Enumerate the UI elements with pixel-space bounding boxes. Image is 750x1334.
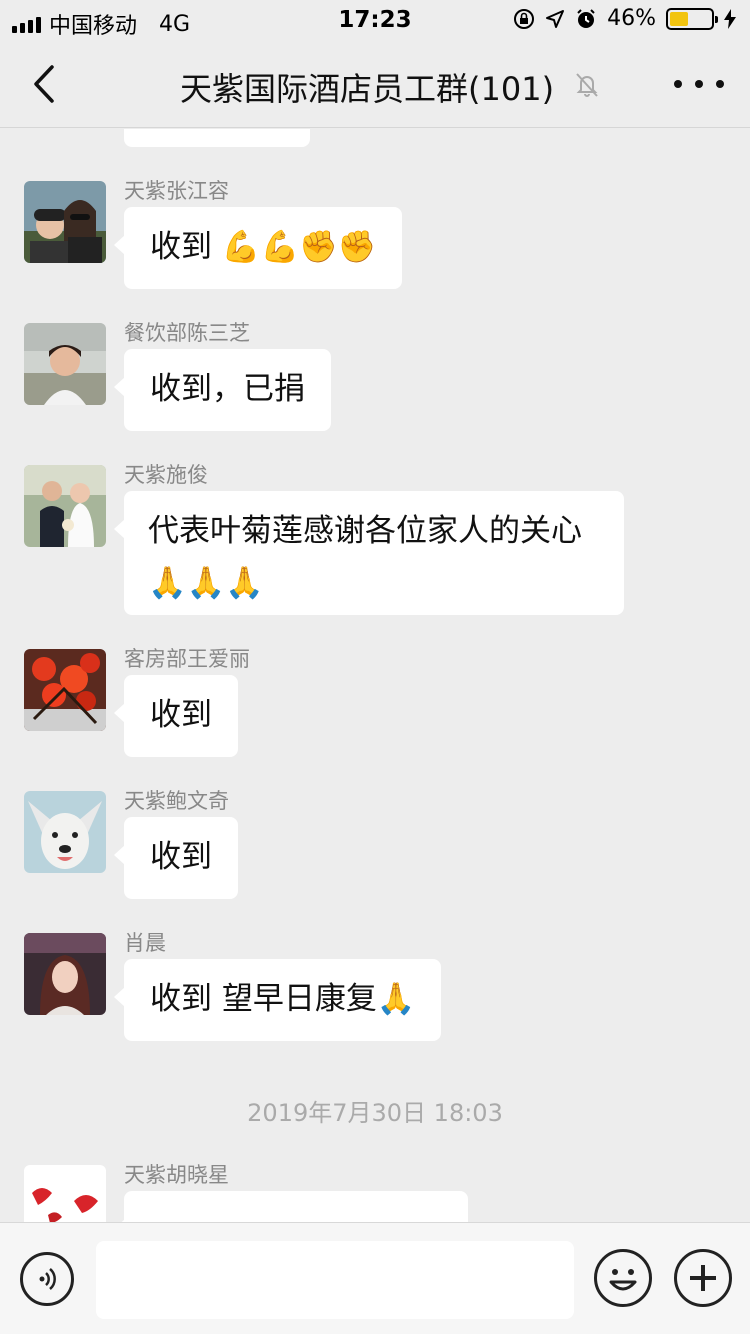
avatar[interactable] [24, 649, 106, 731]
sender-name: 天紫胡晓星 [124, 1163, 229, 1187]
avatar[interactable] [24, 465, 106, 547]
sender-name: 天紫张江容 [124, 179, 229, 203]
battery-icon [666, 7, 718, 30]
battery-percent: 46% [607, 6, 656, 31]
message-bubble[interactable]: 收到 望早日康复🙏 [113, 959, 442, 1041]
message-input[interactable] [96, 1241, 574, 1319]
message-bubble[interactable]: 收到 💪💪✊✊ [113, 207, 403, 289]
sender-name: 天紫施俊 [124, 463, 208, 487]
chat-title: 天紫国际酒店员工群(101) [180, 70, 555, 108]
message-text: 收到，已捐 [150, 371, 305, 407]
message-text: 收到 [150, 229, 222, 265]
orientation-lock-icon [514, 8, 535, 29]
sender-name: 肖晨 [124, 931, 166, 955]
avatar[interactable] [24, 933, 106, 1015]
voice-icon [39, 1268, 56, 1290]
plus-button[interactable] [674, 1249, 732, 1307]
avatar[interactable] [24, 791, 106, 873]
message-text: 收到 望早日康复 [150, 981, 377, 1017]
previous-message-bubble [124, 129, 310, 147]
smiley-icon [609, 1269, 637, 1291]
input-bar [0, 1222, 750, 1334]
avatar[interactable] [24, 1165, 106, 1222]
sender-name: 餐饮部陈三芝 [124, 321, 250, 345]
back-button[interactable] [22, 62, 66, 106]
message-emoji: 🙏🙏🙏 [148, 565, 264, 601]
sender-name: 天紫鲍文奇 [124, 789, 229, 813]
message-text: 代表叶菊莲感谢各位家人的关心 [148, 513, 582, 549]
alarm-icon [577, 8, 595, 28]
status-bar: 中国移动 4G 17:23 46% [0, 0, 750, 40]
bell-off-icon [576, 73, 598, 97]
more-button[interactable] [674, 68, 724, 100]
chat-area[interactable]: 天紫张江容 收到 💪💪✊✊ 餐饮部陈三芝 收到，已捐 天紫施俊 代表叶菊莲感谢各… [0, 129, 750, 1222]
message-bubble[interactable]: 收到 [114, 675, 238, 757]
emoji-button[interactable] [594, 1249, 652, 1307]
status-right: 46% [513, 6, 736, 31]
message-bubble[interactable] [114, 1191, 468, 1222]
nav-bar: 天紫国际酒店员工群(101) [0, 40, 750, 128]
message-bubble[interactable]: 代表叶菊莲感谢各位家人的关心 🙏🙏🙏 [114, 491, 624, 615]
message-text: 收到 [150, 839, 212, 875]
voice-button[interactable] [20, 1252, 74, 1306]
chevron-left-icon [34, 65, 54, 103]
message-text: 收到 [150, 697, 212, 733]
message-bubble[interactable]: 收到 [114, 817, 238, 899]
charging-icon [724, 8, 736, 29]
message-emoji: 💪💪✊✊ [221, 229, 377, 265]
avatar[interactable] [24, 323, 106, 405]
avatar[interactable] [24, 181, 106, 263]
message-bubble[interactable]: 收到，已捐 [114, 349, 331, 431]
ellipsis-icon [674, 80, 682, 88]
sender-name: 客房部王爱丽 [124, 647, 250, 671]
location-icon [546, 9, 565, 28]
timestamp: 2019年7月30日 18:03 [247, 1099, 503, 1127]
message-emoji: 🙏 [376, 981, 416, 1017]
